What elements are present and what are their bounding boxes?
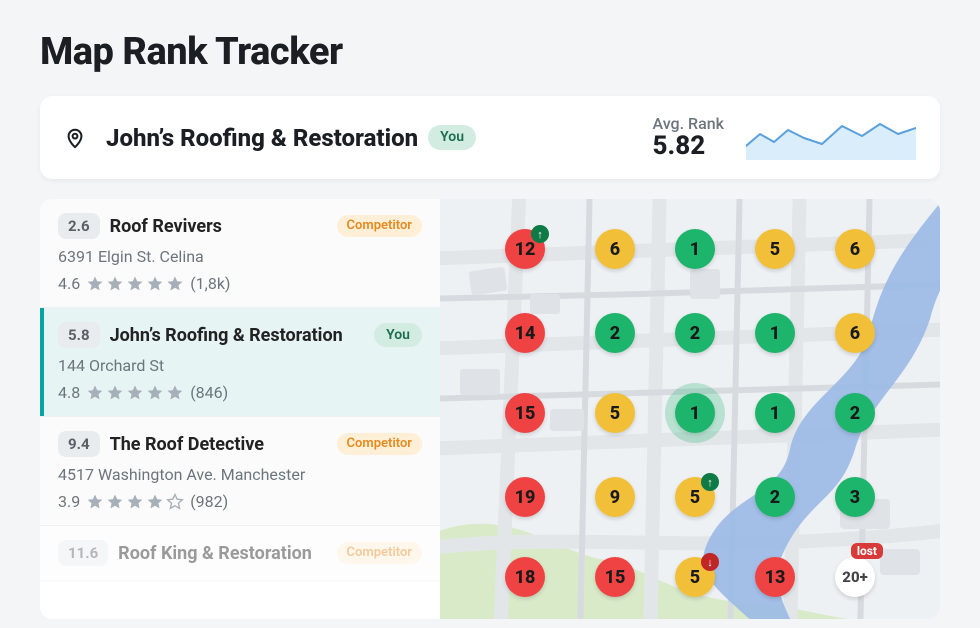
rank-marker[interactable]: 1 xyxy=(755,393,795,433)
star-rating xyxy=(86,493,184,511)
address: 144 Orchard St xyxy=(58,356,422,375)
star-rating xyxy=(86,275,184,293)
rating-value: 4.6 xyxy=(58,274,80,293)
star-icon xyxy=(146,384,164,402)
address: 4517 Washington Ave. Manchester xyxy=(58,465,422,484)
star-rating xyxy=(86,384,184,402)
list-item[interactable]: 11.6 Roof King & Restoration Competitor xyxy=(40,526,440,581)
rank-marker[interactable]: 2 xyxy=(675,313,715,353)
sparkline-chart xyxy=(746,116,916,160)
lost-badge: lost xyxy=(851,543,883,559)
list-item[interactable]: 9.4 The Roof Detective Competitor 4517 Wash… xyxy=(40,417,440,526)
list-item[interactable]: 5.8 John’s Roofing & Restoration You 144 Or… xyxy=(40,308,440,417)
review-count: (982) xyxy=(190,492,228,511)
rating-value: 4.8 xyxy=(58,383,80,402)
avg-rank-value: 5.82 xyxy=(653,131,725,161)
rank-marker[interactable]: 1 xyxy=(675,229,715,269)
business-name: John’s Roofing & Restoration xyxy=(110,325,365,346)
star-icon xyxy=(106,275,124,293)
list-item[interactable]: 2.6 Roof Revivers Competitor 6391 Elgin St.… xyxy=(40,199,440,308)
rank-marker[interactable]: 2 xyxy=(755,477,795,517)
star-icon xyxy=(86,275,104,293)
star-icon xyxy=(126,275,144,293)
rank-marker[interactable]: 13 xyxy=(755,557,795,597)
star-icon xyxy=(86,493,104,511)
rank-marker[interactable]: 1 xyxy=(755,313,795,353)
star-icon xyxy=(106,493,124,511)
page-title: Map Rank Tracker xyxy=(40,30,940,74)
star-icon xyxy=(106,384,124,402)
business-name: Roof King & Restoration xyxy=(118,543,326,564)
rank-marker[interactable]: 5 xyxy=(595,393,635,433)
rank-marker[interactable]: 20+lost xyxy=(835,557,875,597)
content-panel: 2.6 Roof Revivers Competitor 6391 Elgin St.… xyxy=(40,199,940,619)
rank-marker[interactable]: 6 xyxy=(835,313,875,353)
rank-marker[interactable]: 6 xyxy=(595,229,635,269)
arrow-up-icon: ↑ xyxy=(531,225,549,243)
rank-marker[interactable]: 12↑ xyxy=(505,229,545,269)
star-icon xyxy=(126,384,144,402)
rank-marker[interactable]: 5↓ xyxy=(675,557,715,597)
business-name: The Roof Detective xyxy=(110,434,327,455)
rank-marker[interactable]: 15 xyxy=(595,557,635,597)
rank-chip: 2.6 xyxy=(58,213,100,239)
star-icon xyxy=(146,275,164,293)
business-name: John’s Roofing & Restoration xyxy=(106,124,418,152)
star-icon xyxy=(166,275,184,293)
business-name: Roof Revivers xyxy=(110,216,327,237)
review-count: (846) xyxy=(190,383,228,402)
rank-marker[interactable]: 18 xyxy=(505,557,545,597)
rank-marker[interactable]: 1 xyxy=(675,393,715,433)
you-badge: You xyxy=(428,125,476,150)
star-icon xyxy=(166,493,184,511)
you-badge: You xyxy=(374,323,422,348)
arrow-up-icon: ↑ xyxy=(701,473,719,491)
rank-chip: 5.8 xyxy=(58,322,100,348)
competitor-badge: Competitor xyxy=(337,542,422,564)
star-icon xyxy=(86,384,104,402)
rank-marker[interactable]: 2 xyxy=(595,313,635,353)
rank-marker[interactable]: 6 xyxy=(835,229,875,269)
rating-value: 3.9 xyxy=(58,492,80,511)
arrow-down-icon: ↓ xyxy=(701,553,719,571)
rank-marker[interactable]: 5↑ xyxy=(675,477,715,517)
pin-icon xyxy=(64,127,86,149)
rank-chip: 11.6 xyxy=(58,540,108,566)
competitor-badge: Competitor xyxy=(337,433,422,455)
rank-chip: 9.4 xyxy=(58,431,100,457)
business-summary-card: John’s Roofing & Restoration You Avg. Ra… xyxy=(40,96,940,179)
competitor-list[interactable]: 2.6 Roof Revivers Competitor 6391 Elgin St.… xyxy=(40,199,440,619)
star-icon xyxy=(146,493,164,511)
rank-marker[interactable]: 2 xyxy=(835,393,875,433)
competitor-badge: Competitor xyxy=(337,215,422,237)
rank-map[interactable]: 12↑61561422161551121995↑2318155↓1320+los… xyxy=(440,199,940,619)
star-icon xyxy=(166,384,184,402)
star-icon xyxy=(126,493,144,511)
rank-marker[interactable]: 5 xyxy=(755,229,795,269)
address: 6391 Elgin St. Celina xyxy=(58,247,422,266)
rank-marker[interactable]: 15 xyxy=(505,393,545,433)
rank-marker[interactable]: 3 xyxy=(835,477,875,517)
review-count: (1,8k) xyxy=(190,274,230,293)
rank-marker[interactable]: 14 xyxy=(505,313,545,353)
rank-marker[interactable]: 9 xyxy=(595,477,635,517)
rank-marker[interactable]: 19 xyxy=(505,477,545,517)
